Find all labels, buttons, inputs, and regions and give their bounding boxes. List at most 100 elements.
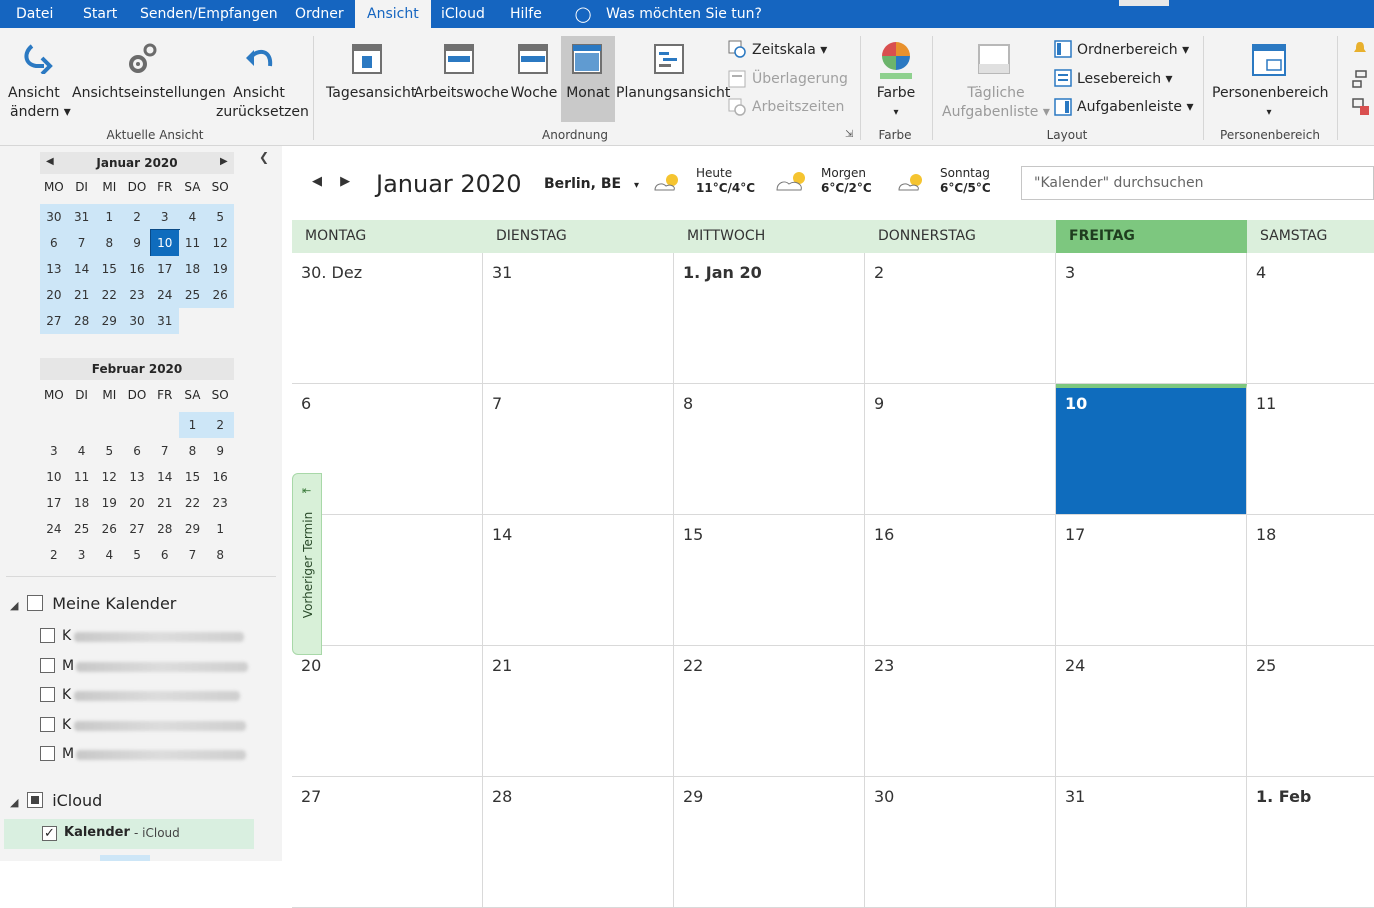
day-cell[interactable]: 16 <box>865 515 1056 645</box>
day-cell[interactable]: 17 <box>1056 515 1247 645</box>
day-cell[interactable]: 23 <box>865 646 1056 776</box>
day-cell[interactable]: 7 <box>483 384 674 514</box>
mini-day-cell[interactable]: 9 <box>123 230 151 256</box>
mini-day-cell[interactable]: 9 <box>206 438 234 464</box>
mini-day-cell[interactable]: 15 <box>95 256 124 282</box>
mini-day-cell[interactable]: 8 <box>95 230 124 256</box>
menu-datei[interactable]: Datei <box>16 0 53 28</box>
mini-day-cell[interactable]: 29 <box>179 516 207 542</box>
calendar-checkbox[interactable] <box>40 628 55 643</box>
mini-day-cell[interactable]: 16 <box>206 464 234 490</box>
mini-day-cell[interactable]: 29 <box>95 308 124 334</box>
mini-day-cell[interactable]: 1 <box>178 412 207 438</box>
mini-next-month-icon[interactable]: ▶ <box>220 156 228 167</box>
day-cell[interactable]: 3 <box>1056 253 1247 383</box>
menu-ansicht[interactable]: Ansicht <box>355 0 431 28</box>
mini-day-cell[interactable]: 22 <box>179 490 207 516</box>
mini-day-cell[interactable]: 11 <box>178 230 207 256</box>
mini-day-cell[interactable]: 25 <box>68 516 96 542</box>
day-cell[interactable]: 20 <box>292 646 483 776</box>
close-items-icon[interactable] <box>1352 98 1370 116</box>
mini-day-cell[interactable]: 8 <box>179 438 207 464</box>
day-cell[interactable]: 14 <box>483 515 674 645</box>
mini-day-cell[interactable]: 21 <box>151 490 179 516</box>
mini-day-cell[interactable]: 23 <box>123 282 151 308</box>
day-cell[interactable]: 1. Feb <box>1247 777 1374 907</box>
mini-day-cell[interactable]: 28 <box>67 308 96 334</box>
icloud-group[interactable]: ◢ iCloud <box>10 791 102 810</box>
mini-day-cell[interactable]: 1 <box>206 516 234 542</box>
day-cell[interactable]: 28 <box>483 777 674 907</box>
nav-scrollbar[interactable] <box>100 855 150 861</box>
day-cell[interactable]: 29 <box>674 777 865 907</box>
icloud-calendar-item[interactable]: ✓ Kalender - iCloud <box>4 819 254 849</box>
day-cell[interactable]: 15 <box>674 515 865 645</box>
day-cell[interactable]: 25 <box>1247 646 1374 776</box>
day-cell[interactable]: 11 <box>1247 384 1374 514</box>
calendar-checkbox[interactable] <box>40 687 55 702</box>
mini-day-cell[interactable]: 19 <box>95 490 123 516</box>
mini-day-cell[interactable]: 2 <box>40 542 68 568</box>
next-month-icon[interactable]: ▶ <box>340 174 350 189</box>
location-selector[interactable]: Berlin, BE ▾ <box>544 176 639 192</box>
menu-start[interactable]: Start <box>83 0 117 28</box>
mini-day-cell[interactable]: 22 <box>95 282 124 308</box>
mini-day-cell[interactable]: 3 <box>150 204 179 230</box>
mini-day-cell[interactable]: 11 <box>68 464 96 490</box>
mini-day-cell[interactable]: 7 <box>179 542 207 568</box>
mini-day-cell[interactable]: 30 <box>40 204 68 230</box>
mini-day-cell[interactable]: 12 <box>95 464 123 490</box>
mini-day-cell[interactable]: 17 <box>40 490 68 516</box>
previous-month-icon[interactable]: ◀ <box>312 174 322 189</box>
day-cell[interactable]: 18 <box>1247 515 1374 645</box>
day-cell-today[interactable]: 10 <box>1056 384 1247 514</box>
calendar-checkbox[interactable] <box>40 717 55 732</box>
mini-day-cell[interactable]: 20 <box>123 490 151 516</box>
mini-day-cell[interactable]: 2 <box>123 204 151 230</box>
mini-day-cell[interactable]: 6 <box>40 230 68 256</box>
mini-day-cell[interactable]: 7 <box>151 438 179 464</box>
mini-day-cell[interactable]: 10 <box>40 464 68 490</box>
group-checkbox[interactable] <box>27 595 44 611</box>
mini-day-cell[interactable]: 6 <box>123 438 151 464</box>
mini-day-cell[interactable]: 4 <box>68 438 96 464</box>
my-calendars-group[interactable]: ◢ Meine Kalender <box>10 594 176 613</box>
day-cell[interactable]: 31 <box>1056 777 1247 907</box>
menu-ordner[interactable]: Ordner <box>295 0 344 28</box>
mini-day-cell[interactable]: 4 <box>95 542 123 568</box>
mini-day-cell[interactable]: 31 <box>150 308 179 334</box>
day-cell[interactable]: 31 <box>483 253 674 383</box>
day-cell[interactable]: 27 <box>292 777 483 907</box>
mini-day-cell[interactable]: 19 <box>206 256 235 282</box>
day-cell[interactable]: 9 <box>865 384 1056 514</box>
mini-day-cell[interactable]: 27 <box>40 308 68 334</box>
mini-day-cell[interactable]: 26 <box>206 282 235 308</box>
mini-day-cell[interactable]: 10 <box>149 229 180 257</box>
mini-day-cell[interactable]: 3 <box>40 438 68 464</box>
mini-day-cell[interactable]: 5 <box>95 438 123 464</box>
mini-day-cell[interactable]: 24 <box>40 516 68 542</box>
day-cell[interactable]: 8 <box>674 384 865 514</box>
dialog-launcher-icon[interactable]: ⇲ <box>845 129 853 140</box>
day-cell[interactable]: 4 <box>1247 253 1374 383</box>
mini-day-cell[interactable]: 8 <box>206 542 234 568</box>
mini-day-cell[interactable]: 7 <box>67 230 96 256</box>
mini-day-cell[interactable]: 21 <box>67 282 96 308</box>
day-cell[interactable]: 30 <box>865 777 1056 907</box>
mini-day-cell[interactable]: 23 <box>206 490 234 516</box>
previous-appointment-tab[interactable]: ⇤ Vorheriger Termin <box>292 473 322 655</box>
menu-senden-empfangen[interactable]: Senden/Empfangen <box>140 0 278 28</box>
day-cell[interactable]: 1. Jan 20 <box>674 253 865 383</box>
mini-day-cell[interactable]: 14 <box>67 256 96 282</box>
day-cell[interactable]: 22 <box>674 646 865 776</box>
mini-day-cell[interactable]: 30 <box>123 308 151 334</box>
mini-day-cell[interactable]: 28 <box>151 516 179 542</box>
mini-prev-month-icon[interactable]: ◀ <box>46 156 54 167</box>
calendar-checkbox[interactable] <box>40 658 55 673</box>
mini-day-cell[interactable]: 3 <box>68 542 96 568</box>
day-cell[interactable]: 30. Dez <box>292 253 483 383</box>
mini-day-cell[interactable]: 18 <box>178 256 207 282</box>
mini-day-cell[interactable]: 1 <box>95 204 124 230</box>
calendar-search-input[interactable]: "Kalender" durchsuchen <box>1021 166 1374 200</box>
mini-day-cell[interactable]: 5 <box>123 542 151 568</box>
